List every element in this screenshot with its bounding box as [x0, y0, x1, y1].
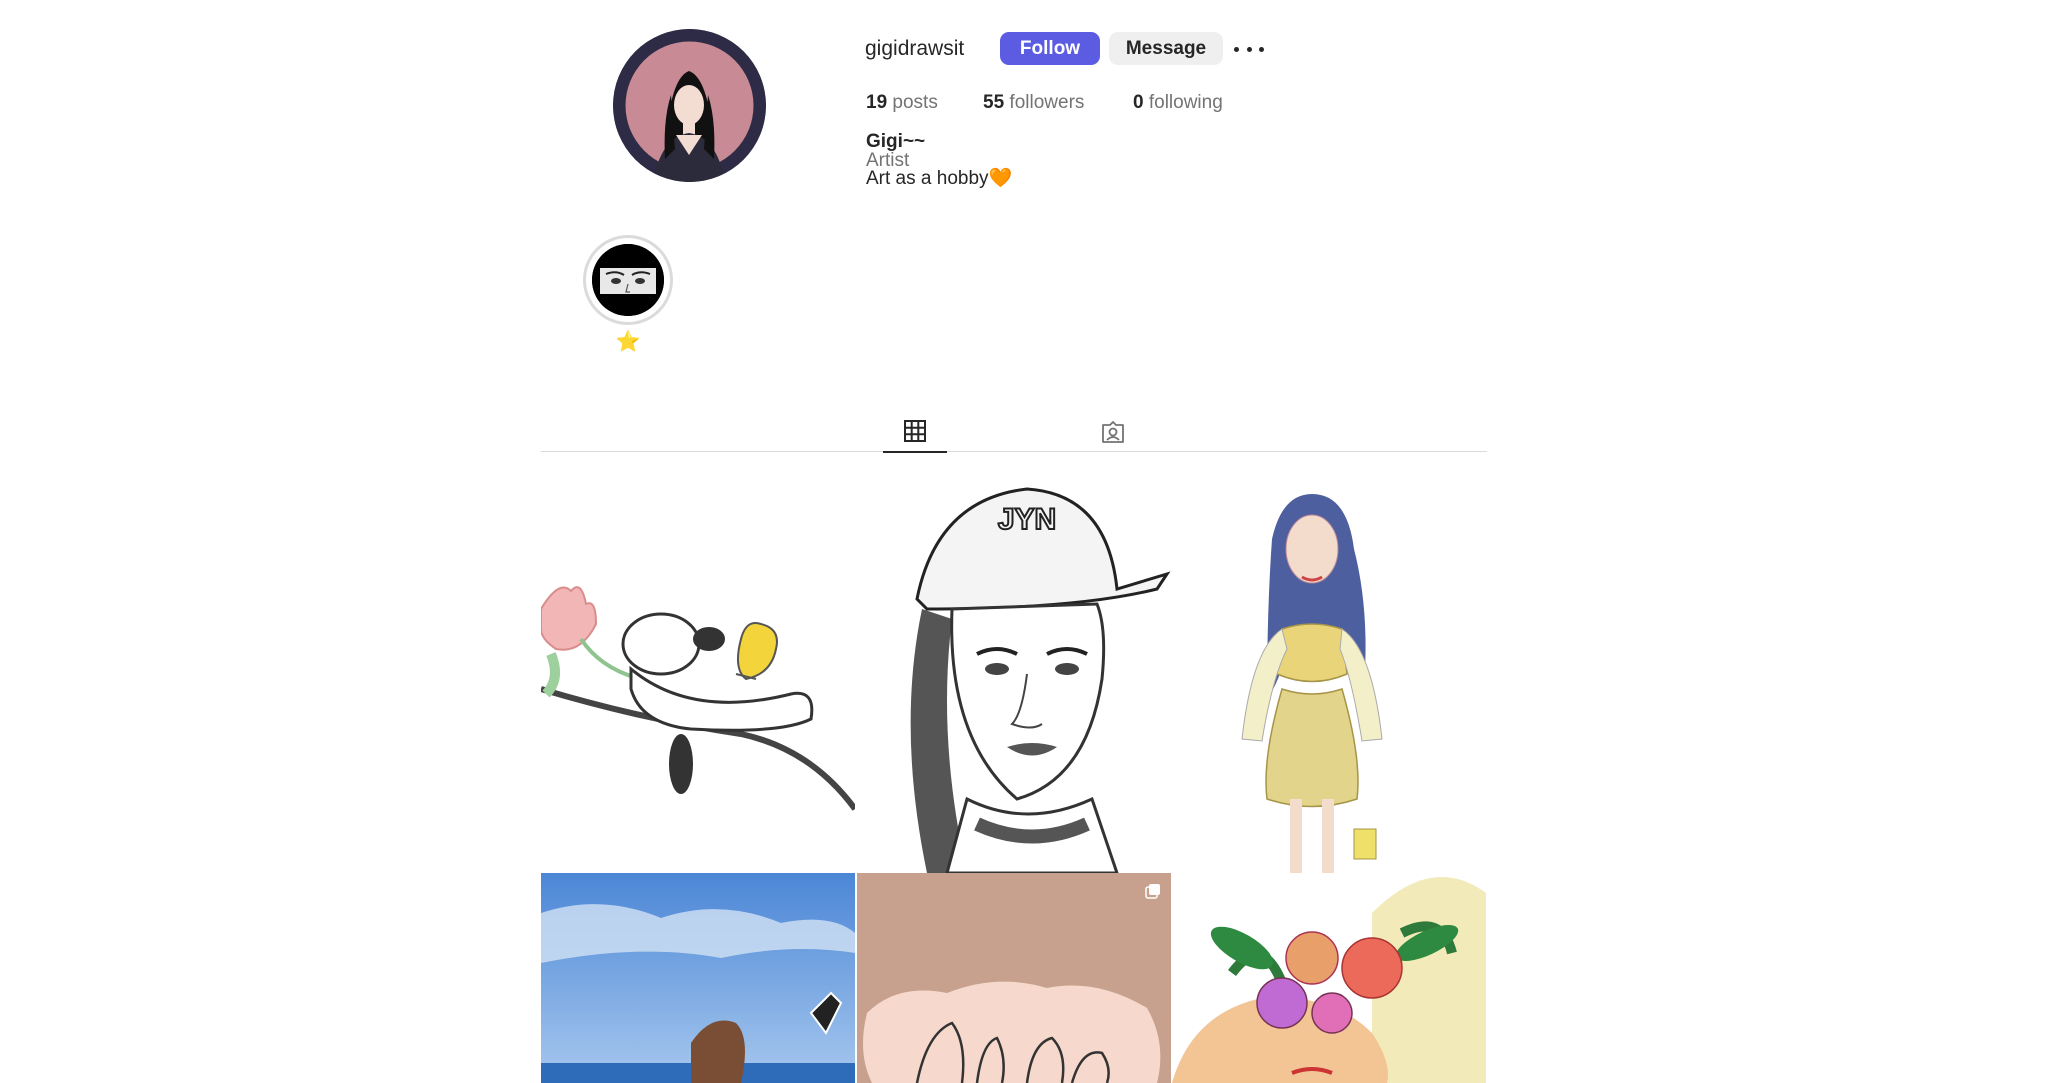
follow-button[interactable]: Follow [1000, 32, 1100, 65]
message-button[interactable]: Message [1109, 32, 1223, 65]
post-image [1172, 479, 1486, 873]
post-image [857, 873, 1171, 1083]
dot [1234, 46, 1239, 52]
dot [1259, 46, 1264, 52]
tab-tagged[interactable] [1081, 416, 1145, 452]
tagged-icon [1102, 421, 1124, 443]
following-count: 0 [1133, 92, 1144, 113]
post-tile[interactable] [541, 873, 855, 1083]
posts-count: 19 [866, 92, 888, 113]
post-image: JYN [857, 479, 1171, 873]
post-tile[interactable] [1172, 873, 1486, 1083]
highlight-label: ⭐️ [615, 331, 641, 353]
tab-posts[interactable] [883, 416, 947, 453]
posts-stat: 19 posts [866, 91, 938, 115]
post-tile[interactable] [1172, 479, 1486, 873]
following-stat[interactable]: 0 following [1133, 91, 1223, 115]
post-tile[interactable]: JYN [857, 479, 1171, 873]
following-label: following [1148, 92, 1223, 113]
story-highlight[interactable] [583, 235, 673, 325]
svg-text:JYN: JYN [998, 503, 1056, 536]
post-tile[interactable] [857, 873, 1171, 1083]
profile-avatar[interactable] [613, 29, 766, 182]
profile-username: gigidrawsit [865, 37, 965, 60]
followers-label: followers [1009, 92, 1085, 113]
multiple-posts-icon [1145, 884, 1160, 899]
tabs-divider [541, 451, 1487, 452]
post-image [541, 479, 855, 873]
post-image [541, 873, 855, 1083]
followers-count: 55 [983, 92, 1005, 113]
post-image [1172, 873, 1486, 1083]
profile-page: gigidrawsit Follow Message 19 posts 55 f… [0, 0, 2050, 1083]
dot [1246, 46, 1252, 52]
more-options-icon[interactable] [1234, 36, 1264, 62]
grid-icon [904, 420, 926, 442]
profile-bio: Art as a hobby🧡 [866, 168, 1013, 189]
post-tile[interactable] [541, 479, 855, 873]
highlight-cover [592, 244, 664, 316]
followers-stat[interactable]: 55 followers [983, 91, 1084, 115]
posts-label: posts [892, 92, 938, 113]
